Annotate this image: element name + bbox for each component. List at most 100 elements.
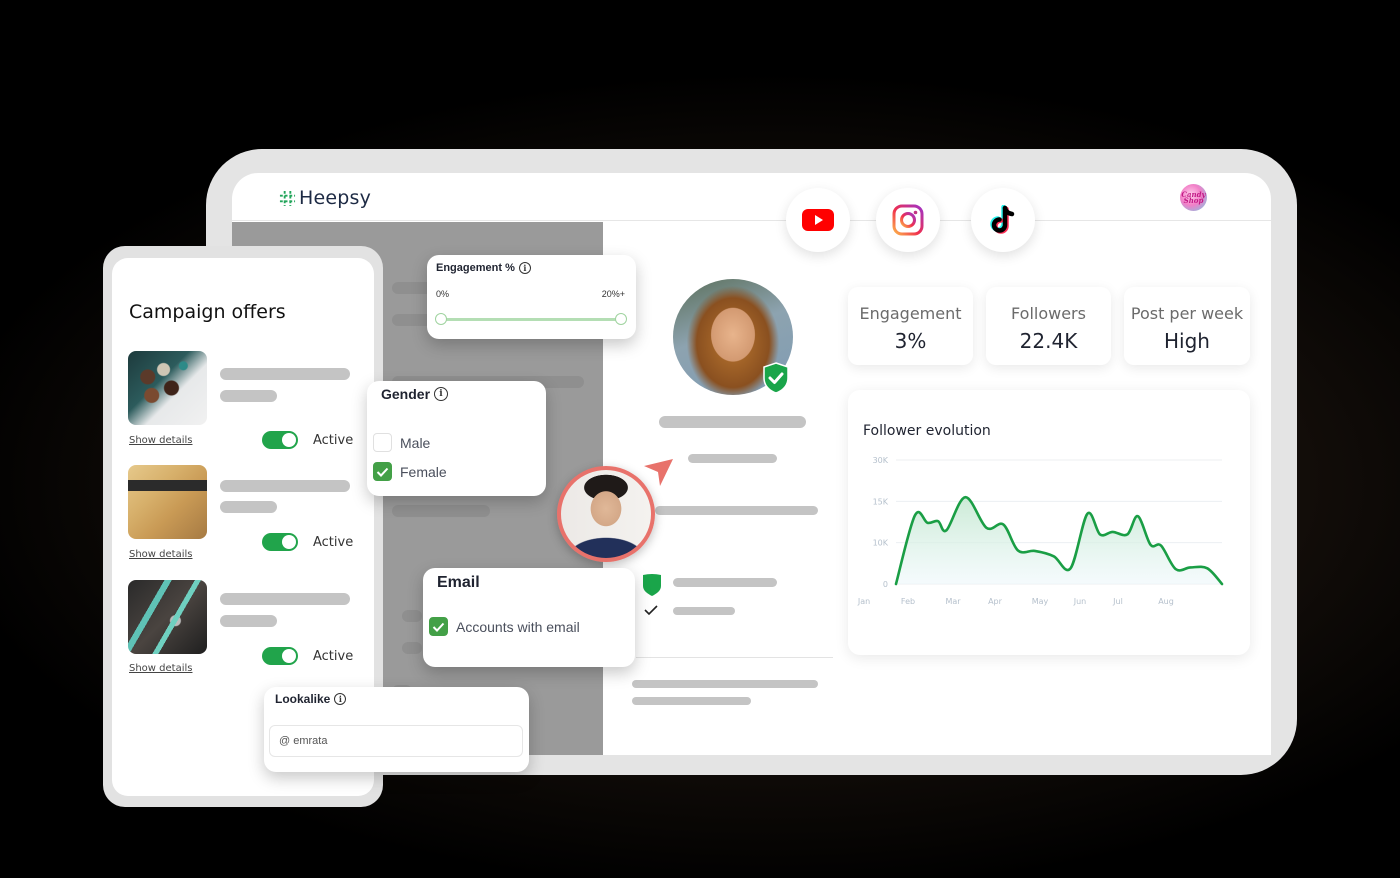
skeleton-line <box>673 607 735 615</box>
email-filter-title: Email <box>437 574 480 591</box>
offer-image-cheese[interactable] <box>128 465 207 539</box>
instagram-icon <box>892 204 924 236</box>
show-details-link[interactable]: Show details <box>129 663 192 674</box>
x-tick-label: Jul <box>1112 597 1123 606</box>
engagement-filter-card: Engagement % i 0% 20%+ <box>427 255 636 339</box>
offer-toggle[interactable] <box>262 647 298 665</box>
lookalike-filter-title: Lookalike i <box>275 692 347 706</box>
lookalike-title-text: Lookalike <box>275 692 331 706</box>
checkbox[interactable] <box>373 433 392 452</box>
app-name: Heepsy <box>299 187 372 209</box>
y-tick-label: 10K <box>873 539 889 548</box>
logo[interactable]: Heepsy <box>279 187 371 209</box>
engagement-slider-min-handle[interactable] <box>435 313 447 325</box>
email-filter-card: Email Accounts with email <box>423 568 635 667</box>
x-tick-label: Jun <box>1073 597 1087 606</box>
gender-title-text: Gender <box>381 386 431 402</box>
skeleton-line <box>220 501 277 513</box>
lookalike-input[interactable]: @ emrata <box>269 725 523 757</box>
info-icon[interactable]: i <box>334 693 347 705</box>
app-header: Heepsy Candy Shop <box>232 173 1271 221</box>
verified-shield-icon <box>763 362 789 394</box>
gender-option-female[interactable]: Female <box>373 462 447 481</box>
y-tick-label: 0 <box>883 580 888 589</box>
skeleton-line <box>632 697 751 705</box>
engagement-title-text: Engagement % <box>436 262 515 274</box>
offer-status: Active <box>313 535 354 550</box>
x-tick-label: Jan <box>857 597 870 606</box>
engagement-slider-max-handle[interactable] <box>615 313 627 325</box>
skeleton-line <box>655 506 818 515</box>
skeleton-handle <box>688 454 777 463</box>
tiktok-button[interactable] <box>971 188 1035 252</box>
divider <box>636 657 833 658</box>
ghost-bar <box>392 314 432 326</box>
skeleton-line <box>220 593 350 605</box>
stat-label: Post per week <box>1130 304 1244 323</box>
skeleton-line <box>632 680 818 688</box>
y-tick-label: 30K <box>873 456 889 465</box>
offer-status: Active <box>313 433 354 448</box>
engagement-filter-title: Engagement % i <box>436 262 531 274</box>
check-icon <box>644 605 658 616</box>
engagement-max-label: 20%+ <box>601 289 625 299</box>
follower-evolution-chart: 0 10K 15K 30K Jan Feb Mar Apr May Jun Jul Aug <box>857 456 1224 606</box>
gender-option-male[interactable]: Male <box>373 433 430 452</box>
stat-value: 3% <box>894 329 927 353</box>
offer-image-chocolates[interactable] <box>128 351 207 425</box>
check-icon <box>376 467 389 477</box>
stat-card-followers: Followers 22.4K <box>986 287 1111 365</box>
stat-value: 22.4K <box>1019 329 1078 353</box>
stat-card-post-per-week: Post per week High <box>1124 287 1250 365</box>
stat-label: Engagement <box>859 304 962 323</box>
instagram-button[interactable] <box>876 188 940 252</box>
stat-label: Followers <box>1011 304 1086 323</box>
option-label: Female <box>400 463 447 480</box>
skeleton-line <box>220 480 350 492</box>
brand-avatar[interactable]: Candy Shop <box>1180 184 1207 211</box>
shield-icon <box>643 574 661 596</box>
lookalike-avatar[interactable] <box>557 466 655 562</box>
engagement-slider-track[interactable] <box>441 318 621 321</box>
offer-toggle[interactable] <box>262 431 298 449</box>
ghost-bar <box>392 282 432 294</box>
hashtag-logo-icon <box>279 190 296 206</box>
option-label: Male <box>400 434 431 451</box>
follower-evolution-card: Follower evolution 0 10K 15K 30K Jan Feb Mar Ap… <box>848 390 1250 655</box>
option-label: Accounts with email <box>456 618 580 635</box>
tiktok-icon <box>990 205 1015 234</box>
skeleton-line <box>220 368 350 380</box>
ghost-bar <box>392 505 490 517</box>
skeleton-line <box>220 615 277 627</box>
show-details-link[interactable]: Show details <box>129 435 192 446</box>
offer-image-bicycle[interactable] <box>128 580 207 654</box>
gender-filter-title: Gender i <box>381 386 449 402</box>
checkbox[interactable] <box>373 462 392 481</box>
email-option-accounts-with-email[interactable]: Accounts with email <box>429 617 580 636</box>
check-icon <box>432 622 445 632</box>
cursor-arrow-icon <box>644 459 673 486</box>
gender-filter-card: Gender i Male Female <box>367 381 546 496</box>
skeleton-line <box>673 578 777 587</box>
x-tick-label: Mar <box>945 597 961 606</box>
area-fill <box>896 497 1222 584</box>
x-tick-label: May <box>1032 597 1049 606</box>
x-tick-label: Aug <box>1158 597 1174 606</box>
skeleton-line <box>220 390 277 402</box>
x-tick-label: Feb <box>901 597 915 606</box>
campaign-title: Campaign offers <box>129 301 286 323</box>
info-icon[interactable]: i <box>434 387 449 401</box>
youtube-button[interactable] <box>786 188 850 252</box>
ghost-bar <box>402 610 422 622</box>
x-tick-label: Apr <box>988 597 1003 606</box>
stat-card-engagement: Engagement 3% <box>848 287 973 365</box>
checkbox[interactable] <box>429 617 448 636</box>
offer-status: Active <box>313 649 354 664</box>
skeleton-name <box>659 416 806 428</box>
info-icon[interactable]: i <box>518 262 531 274</box>
y-tick-label: 15K <box>873 497 889 506</box>
offer-toggle[interactable] <box>262 533 298 551</box>
show-details-link[interactable]: Show details <box>129 549 192 560</box>
ghost-bar <box>402 642 422 654</box>
engagement-min-label: 0% <box>436 289 450 299</box>
